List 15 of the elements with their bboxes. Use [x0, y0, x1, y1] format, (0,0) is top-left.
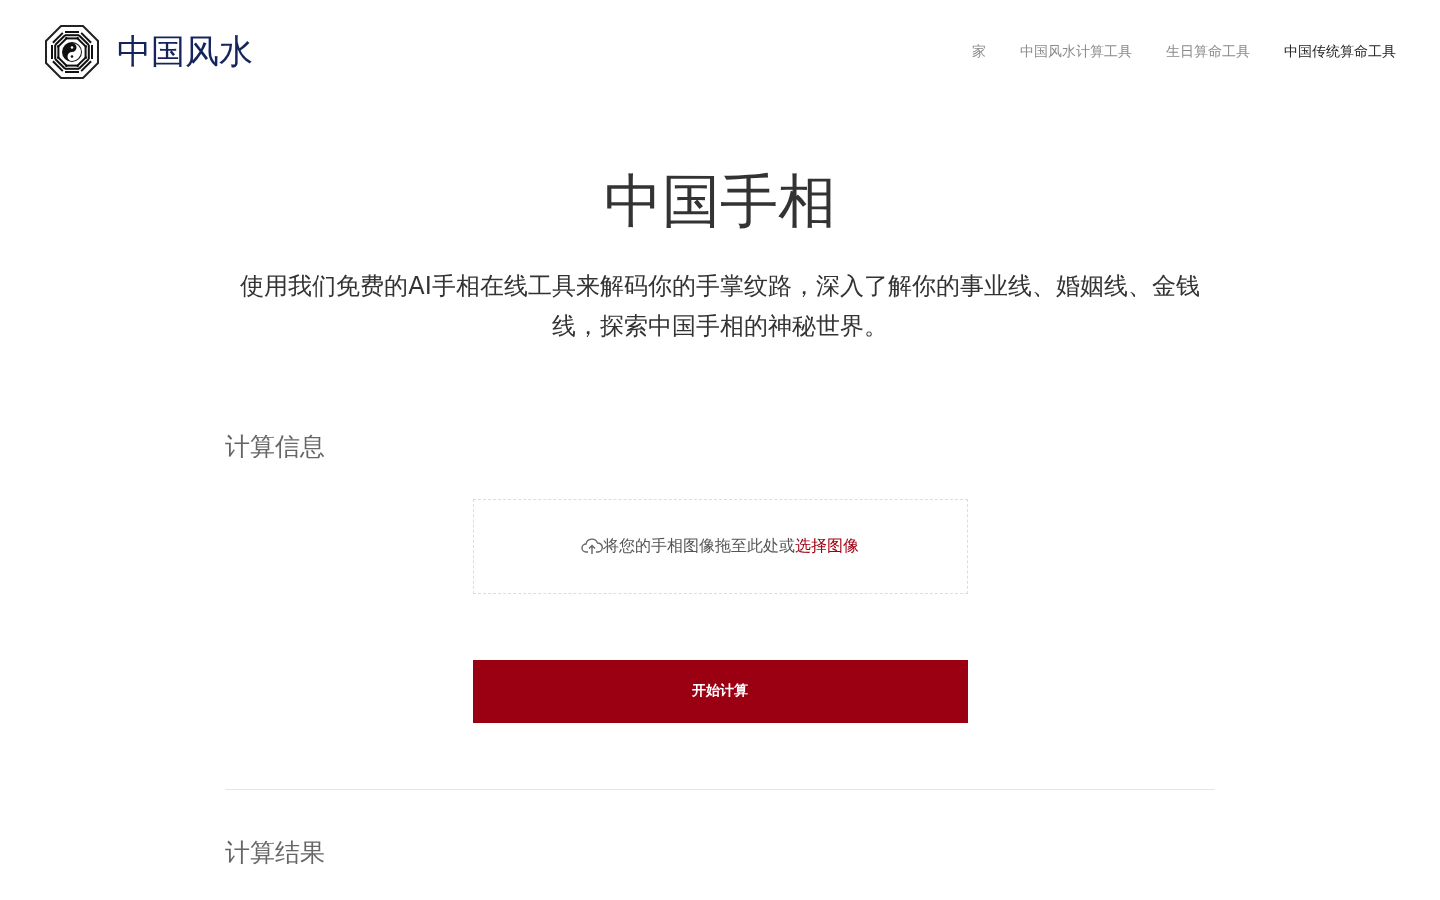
upload-prompt: 将您的手相图像拖至此处或: [603, 535, 795, 557]
bagua-icon: [45, 25, 99, 79]
upload-dropzone[interactable]: 将您的手相图像拖至此处或选择图像: [472, 498, 968, 594]
page-subtitle: 使用我们免费的AI手相在线工具来解码你的手掌纹路，深入了解你的事业线、婚姻线、金钱线，探索中国手相的神秘世界。: [240, 270, 1200, 342]
nav-link[interactable]: 生日算命工具: [1166, 43, 1250, 61]
nav-link[interactable]: 中国风水计算工具: [1020, 43, 1132, 61]
section-heading: 计算结果: [225, 836, 326, 869]
start-button[interactable]: 开始计算: [472, 659, 968, 723]
nav-link[interactable]: 家: [972, 43, 986, 61]
section-heading: 计算信息: [225, 430, 326, 463]
nav-link[interactable]: 中国传统算命工具: [1284, 43, 1396, 61]
select-image-link[interactable]: 选择图像: [795, 535, 859, 557]
cloud-upload-icon: [581, 537, 603, 556]
page-title: 中国手相: [603, 170, 837, 234]
site-name: 中国风水: [117, 30, 253, 73]
